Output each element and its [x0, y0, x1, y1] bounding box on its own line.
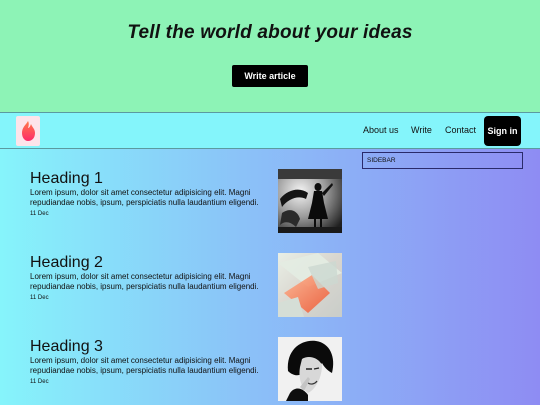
- post-excerpt: Lorem ipsum, dolor sit amet consectetur …: [30, 272, 259, 291]
- post-card: Heading 1 Lorem ipsum, dolor sit amet co…: [30, 169, 350, 233]
- post-thumbnail[interactable]: [278, 169, 342, 233]
- hero-title: Tell the world about your ideas: [127, 22, 413, 43]
- post-excerpt: Lorem ipsum, dolor sit amet consectetur …: [30, 188, 259, 207]
- nav-link-about-us[interactable]: About us: [363, 125, 399, 135]
- nav-link-contact[interactable]: Contact: [445, 125, 476, 135]
- sidebar: SIDEBAR: [362, 152, 523, 169]
- write-article-button[interactable]: Write article: [232, 65, 308, 87]
- logo[interactable]: [16, 116, 40, 146]
- post-thumbnail[interactable]: [278, 253, 342, 317]
- post-excerpt: Lorem ipsum, dolor sit amet consectetur …: [30, 356, 259, 375]
- post-card: Heading 2 Lorem ipsum, dolor sit amet co…: [30, 253, 350, 317]
- post-thumbnail[interactable]: [278, 337, 342, 401]
- sign-in-button[interactable]: Sign in: [484, 116, 521, 146]
- main-content: SIDEBAR Heading 1 Lorem ipsum, dolor sit…: [0, 149, 540, 405]
- post-card: Heading 3 Lorem ipsum, dolor sit amet co…: [30, 337, 350, 401]
- hero-section: Tell the world about your ideas Write ar…: [0, 0, 540, 112]
- tinder-flame-icon: [22, 121, 35, 141]
- nav-link-write[interactable]: Write: [411, 125, 432, 135]
- navbar: About us Write Contact Sign in: [0, 112, 540, 149]
- sidebar-label: SIDEBAR: [367, 157, 396, 164]
